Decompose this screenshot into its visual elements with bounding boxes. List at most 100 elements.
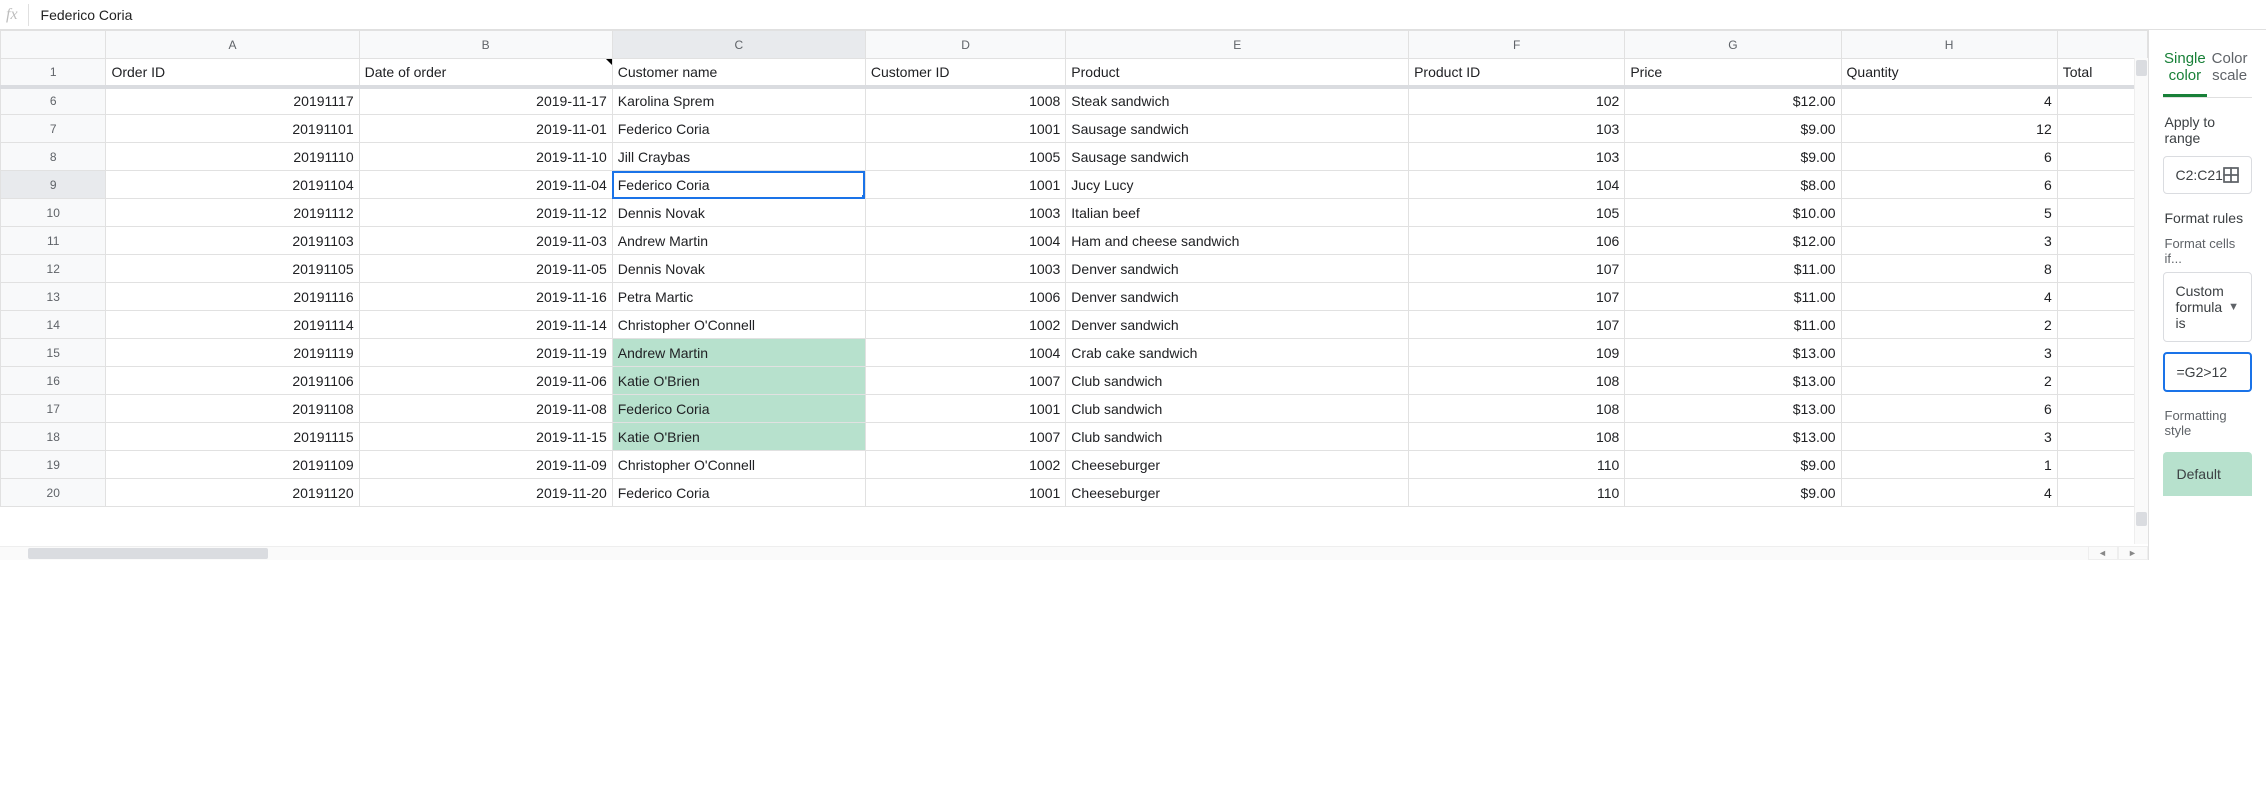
row-header[interactable]: 9	[1, 171, 106, 199]
cell[interactable]: Price	[1625, 59, 1841, 87]
cell[interactable]: 3	[1841, 227, 2057, 255]
cell[interactable]: Denver sandwich	[1066, 255, 1409, 283]
cell[interactable]: Petra Martic	[612, 283, 865, 311]
cell[interactable]: 4	[1841, 87, 2057, 115]
cell[interactable]: 1002	[865, 311, 1065, 339]
cell[interactable]: 5	[1841, 199, 2057, 227]
cell[interactable]: 20191114	[106, 311, 359, 339]
cell[interactable]: 1001	[865, 479, 1065, 507]
cell[interactable]: 1003	[865, 255, 1065, 283]
cell[interactable]: Date of order	[359, 59, 612, 87]
cell[interactable]: 109	[1409, 339, 1625, 367]
cell[interactable]: 105	[1409, 199, 1625, 227]
sheet-nav-left[interactable]: ◄	[2088, 546, 2118, 560]
cell[interactable]: 2019-11-20	[359, 479, 612, 507]
row-header[interactable]: 16	[1, 367, 106, 395]
row-header[interactable]: 6	[1, 87, 106, 115]
cell[interactable]: 2	[1841, 367, 2057, 395]
cell[interactable]: Italian beef	[1066, 199, 1409, 227]
cell[interactable]: Denver sandwich	[1066, 311, 1409, 339]
cell[interactable]: 1003	[865, 199, 1065, 227]
range-input[interactable]: C2:C21	[2163, 156, 2252, 194]
column-header-H[interactable]: H	[1841, 31, 2057, 59]
cell[interactable]: 20191115	[106, 423, 359, 451]
cell[interactable]: 6	[1841, 395, 2057, 423]
formula-bar-content[interactable]: Federico Coria	[39, 7, 133, 23]
cell[interactable]: 20191106	[106, 367, 359, 395]
cell[interactable]: 6	[1841, 143, 2057, 171]
row-header[interactable]: 19	[1, 451, 106, 479]
cell[interactable]: 107	[1409, 311, 1625, 339]
cell[interactable]: 2019-11-15	[359, 423, 612, 451]
tab-color-scale[interactable]: Color scale	[2207, 40, 2252, 97]
select-range-icon[interactable]	[2223, 167, 2239, 183]
cell[interactable]: 2019-11-16	[359, 283, 612, 311]
cell[interactable]: Dennis Novak	[612, 255, 865, 283]
cell[interactable]: Andrew Martin	[612, 227, 865, 255]
cell[interactable]: 20191104	[106, 171, 359, 199]
cell[interactable]: 2019-11-06	[359, 367, 612, 395]
cell[interactable]: 102	[1409, 87, 1625, 115]
cell[interactable]: 20191117	[106, 87, 359, 115]
row-header[interactable]: 14	[1, 311, 106, 339]
column-header-E[interactable]: E	[1066, 31, 1409, 59]
sheet-nav-right[interactable]: ►	[2118, 546, 2148, 560]
vertical-scrollbar[interactable]	[2134, 58, 2148, 544]
default-style-preview[interactable]: Default	[2163, 452, 2252, 496]
cell[interactable]: Product ID	[1409, 59, 1625, 87]
cell[interactable]: 104	[1409, 171, 1625, 199]
cell[interactable]: 2019-11-08	[359, 395, 612, 423]
cell[interactable]: 1007	[865, 367, 1065, 395]
column-header-I[interactable]	[2057, 31, 2147, 59]
cell[interactable]: Dennis Novak	[612, 199, 865, 227]
select-all-corner[interactable]	[1, 31, 106, 59]
row-header[interactable]: 20	[1, 479, 106, 507]
cell[interactable]: 1	[1841, 451, 2057, 479]
cell[interactable]: Christopher O'Connell	[612, 451, 865, 479]
cell[interactable]: 2019-11-12	[359, 199, 612, 227]
cell[interactable]: $9.00	[1625, 115, 1841, 143]
tab-single-color[interactable]: Single color	[2163, 40, 2208, 97]
cell[interactable]: Christopher O'Connell	[612, 311, 865, 339]
cell[interactable]: 2019-11-09	[359, 451, 612, 479]
scroll-thumb[interactable]	[2136, 512, 2147, 526]
cell[interactable]: 1005	[865, 143, 1065, 171]
cell[interactable]: $13.00	[1625, 423, 1841, 451]
cell[interactable]: 20191109	[106, 451, 359, 479]
cell[interactable]: Customer name	[612, 59, 865, 87]
column-header-B[interactable]: B	[359, 31, 612, 59]
row-header[interactable]: 12	[1, 255, 106, 283]
cell[interactable]: Jill Craybas	[612, 143, 865, 171]
cell[interactable]: 1004	[865, 227, 1065, 255]
cell[interactable]: 20191119	[106, 339, 359, 367]
cell[interactable]: $12.00	[1625, 227, 1841, 255]
cell[interactable]: Katie O'Brien	[612, 423, 865, 451]
cell[interactable]: 2019-11-17	[359, 87, 612, 115]
row-header[interactable]: 15	[1, 339, 106, 367]
cell[interactable]: 20191108	[106, 395, 359, 423]
spreadsheet-grid[interactable]: ABCDEFGH1Order IDDate of orderCustomer n…	[0, 30, 2148, 560]
cell[interactable]: 1004	[865, 339, 1065, 367]
cell[interactable]: 2019-11-10	[359, 143, 612, 171]
cell[interactable]: 20191112	[106, 199, 359, 227]
cell[interactable]: 6	[1841, 171, 2057, 199]
cell[interactable]: $8.00	[1625, 171, 1841, 199]
cell[interactable]: 12	[1841, 115, 2057, 143]
cell[interactable]: $10.00	[1625, 199, 1841, 227]
cell[interactable]: Customer ID	[865, 59, 1065, 87]
cell[interactable]: $11.00	[1625, 255, 1841, 283]
cell[interactable]: 2019-11-14	[359, 311, 612, 339]
cell[interactable]: $9.00	[1625, 143, 1841, 171]
cell[interactable]: 107	[1409, 283, 1625, 311]
cell[interactable]: 2019-11-19	[359, 339, 612, 367]
cell[interactable]: Club sandwich	[1066, 423, 1409, 451]
scroll-thumb[interactable]	[28, 548, 268, 559]
cell[interactable]: Order ID	[106, 59, 359, 87]
column-header-C[interactable]: C	[612, 31, 865, 59]
cell[interactable]: Club sandwich	[1066, 367, 1409, 395]
filter-indicator-icon[interactable]	[606, 59, 612, 65]
cell[interactable]: 20191120	[106, 479, 359, 507]
cell[interactable]: 20191101	[106, 115, 359, 143]
cell[interactable]: 3	[1841, 423, 2057, 451]
row-header[interactable]: 8	[1, 143, 106, 171]
